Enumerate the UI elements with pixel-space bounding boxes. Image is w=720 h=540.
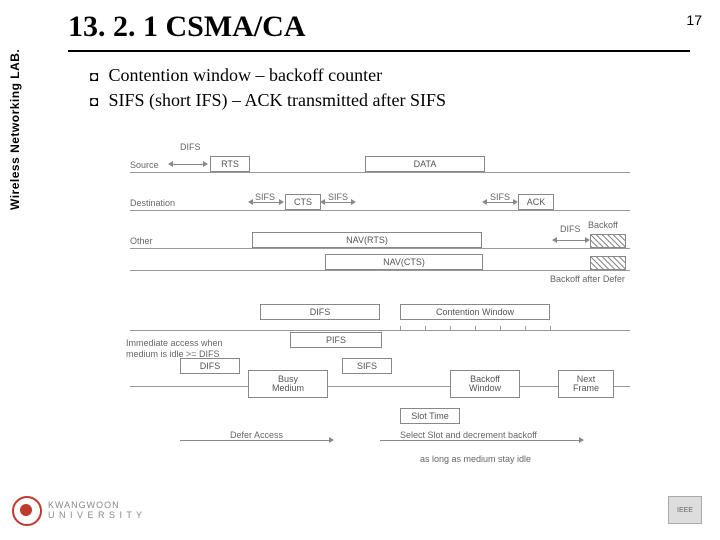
timeline-bottom — [130, 386, 630, 387]
ieee-logo-icon: IEEE — [668, 496, 702, 524]
title-rule — [68, 50, 690, 52]
arrow-difs-2 — [556, 240, 586, 241]
label-backoff-defer: Backoff after Defer — [550, 274, 625, 284]
box-slot-time: Slot Time — [400, 408, 460, 424]
box-cw: Contention Window — [400, 304, 550, 320]
timeline-other — [130, 248, 630, 249]
arrow-sifs-2 — [324, 202, 352, 203]
hatch-backoff-2 — [590, 256, 626, 270]
label-difs: DIFS — [180, 142, 201, 152]
slide-title: 13. 2. 1 CSMA/CA — [68, 10, 690, 44]
box-difs-big: DIFS — [260, 304, 380, 320]
label-bw2: Window — [469, 384, 501, 393]
brand-sub: U N I V E R S I T Y — [48, 511, 143, 521]
box-nav-rts: NAV(RTS) — [252, 232, 482, 248]
bullet-item: Contention window – backoff counter — [90, 65, 680, 86]
lab-label: Wireless Networking LAB. — [8, 49, 22, 210]
slide: Wireless Networking LAB. 17 13. 2. 1 CSM… — [0, 0, 720, 540]
label-aslong: as long as medium stay idle — [420, 454, 531, 464]
row-label-source: Source — [130, 160, 159, 170]
box-backoff-window: Backoff Window — [450, 370, 520, 398]
label-sifs-3: SIFS — [490, 192, 510, 202]
timeline-destination — [130, 210, 630, 211]
row-label-destination: Destination — [130, 198, 175, 208]
timeline-source — [130, 172, 630, 173]
label-medium: Medium — [272, 384, 304, 393]
label-defer: Defer Access — [230, 430, 283, 440]
box-difs-3: DIFS — [180, 358, 240, 374]
box-sifs-bar: SIFS — [342, 358, 392, 374]
row-label-other: Other — [130, 236, 153, 246]
brand-text: KWANGWOON U N I V E R S I T Y — [48, 501, 143, 521]
title-block: 13. 2. 1 CSMA/CA — [68, 10, 690, 52]
box-ack: ACK — [518, 194, 554, 210]
arrow-defer — [180, 440, 330, 441]
box-rts: RTS — [210, 156, 250, 172]
box-next-frame: Next Frame — [558, 370, 614, 398]
box-data: DATA — [365, 156, 485, 172]
bullet-list: Contention window – backoff counter SIFS… — [90, 65, 680, 115]
arrow-sifs-3 — [486, 202, 514, 203]
label-difs-2: DIFS — [560, 224, 581, 234]
arrow-difs — [172, 164, 204, 165]
timeline-other-2 — [130, 270, 630, 271]
label-immediate-1: Immediate access when — [126, 338, 223, 348]
arrow-select — [380, 440, 580, 441]
box-cts: CTS — [285, 194, 321, 210]
label-next2: Frame — [573, 384, 599, 393]
label-sifs-1: SIFS — [255, 192, 275, 202]
hatch-backoff-1 — [590, 234, 626, 248]
bullet-item: SIFS (short IFS) – ACK transmitted after… — [90, 90, 680, 111]
kwangwoon-logo-icon — [12, 496, 42, 526]
university-brand: KWANGWOON U N I V E R S I T Y — [12, 496, 143, 526]
label-backoff: Backoff — [588, 220, 618, 230]
box-busy-medium: Busy Medium — [248, 370, 328, 398]
box-pifs: PIFS — [290, 332, 382, 348]
label-select: Select Slot and decrement backoff — [400, 430, 537, 440]
csma-diagram: Source DIFS RTS DATA Destination SIFS CT… — [80, 140, 660, 480]
label-sifs-2: SIFS — [328, 192, 348, 202]
box-nav-cts: NAV(CTS) — [325, 254, 483, 270]
timeline-access — [130, 330, 630, 331]
arrow-sifs-1 — [252, 202, 280, 203]
